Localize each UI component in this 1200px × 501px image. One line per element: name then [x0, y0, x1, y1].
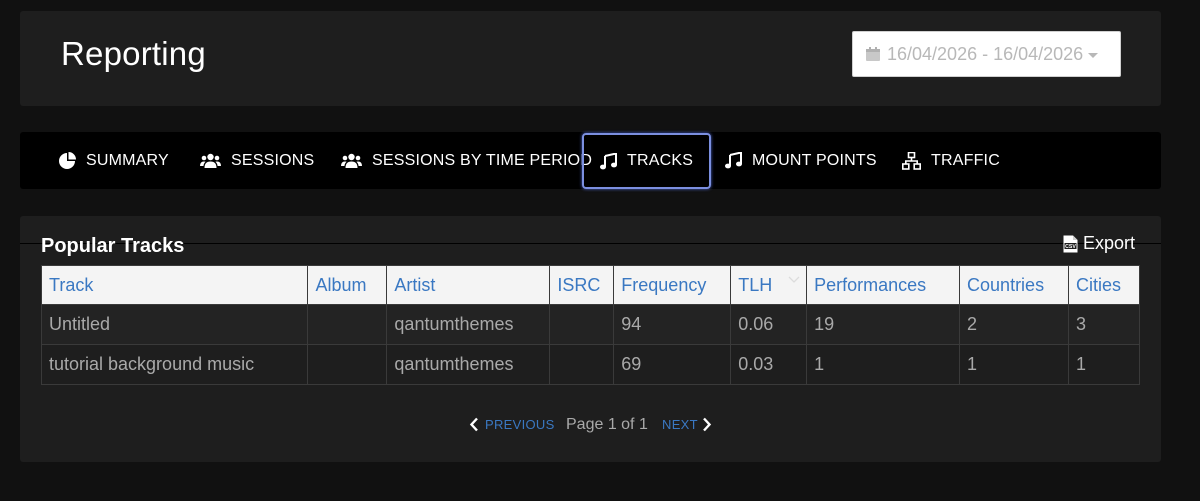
sitemap-icon — [902, 151, 921, 170]
users-icon — [341, 153, 362, 168]
users-icon — [200, 153, 221, 168]
section-divider — [20, 243, 1161, 244]
calendar-icon — [866, 47, 880, 61]
tab-sessions[interactable]: SESSIONS — [200, 132, 314, 189]
column-header-performances[interactable]: Performances — [806, 265, 961, 305]
tab-traffic[interactable]: TRAFFIC — [902, 132, 1000, 189]
previous-label: PREVIOUS — [485, 417, 555, 432]
table-header-row: Track Album Artist ISRC Frequency TLH Pe… — [40, 265, 1141, 305]
cell-frequency: 69 — [613, 344, 732, 385]
export-button[interactable]: CSV Export — [1063, 233, 1135, 254]
tab-mount-points[interactable]: MOUNT POINTS — [725, 132, 877, 189]
cell-artist: qantumthemes — [386, 304, 551, 345]
column-header-artist[interactable]: Artist — [386, 265, 551, 305]
cell-artist: qantumthemes — [386, 344, 551, 385]
svg-text:CSV: CSV — [1065, 243, 1076, 249]
column-header-tlh[interactable]: TLH — [730, 265, 808, 305]
cell-countries: 2 — [959, 304, 1069, 345]
export-label: Export — [1083, 233, 1136, 253]
cell-cities: 1 — [1067, 344, 1141, 385]
pagination: PREVIOUS Page 1 of 1 NEXT — [20, 415, 1161, 439]
csv-file-icon: CSV — [1063, 235, 1078, 252]
cell-tlh: 0.03 — [730, 344, 808, 385]
cell-track: tutorial background music — [40, 344, 309, 385]
cell-album — [307, 344, 388, 385]
tab-mount-points-label: MOUNT POINTS — [752, 151, 877, 169]
music-icon — [725, 152, 742, 169]
date-range-picker[interactable]: 16/04/2026 - 16/04/2026 — [852, 31, 1121, 77]
table-row: tutorial background music qantumthemes 6… — [40, 344, 1141, 385]
column-header-cities[interactable]: Cities — [1067, 265, 1141, 305]
music-icon — [600, 152, 617, 169]
cell-performances: 1 — [806, 344, 961, 385]
tab-summary[interactable]: SUMMARY — [58, 132, 169, 189]
tab-traffic-label: TRAFFIC — [931, 151, 1000, 169]
column-header-track[interactable]: Track — [40, 265, 309, 305]
chevron-right-icon — [702, 417, 712, 432]
section-title: Popular Tracks — [41, 235, 185, 257]
column-header-countries[interactable]: Countries — [959, 265, 1069, 305]
cell-track: Untitled — [40, 304, 309, 345]
cell-isrc — [549, 344, 615, 385]
cell-performances: 19 — [806, 304, 961, 345]
popular-tracks-table: Track Album Artist ISRC Frequency TLH Pe… — [40, 265, 1141, 385]
column-header-album[interactable]: Album — [307, 265, 388, 305]
pie-chart-icon — [59, 151, 76, 169]
column-header-isrc[interactable]: ISRC — [549, 265, 615, 305]
header-panel: Reporting 16/04/2026 - 16/04/2026 — [20, 11, 1161, 106]
next-label: NEXT — [662, 417, 698, 432]
cell-isrc — [549, 304, 615, 345]
page-indicator: Page 1 of 1 — [566, 416, 648, 433]
next-page-button[interactable]: NEXT — [662, 417, 712, 432]
caret-down-icon — [1088, 52, 1099, 58]
tab-tracks-label: TRACKS — [627, 152, 694, 169]
column-header-frequency[interactable]: Frequency — [613, 265, 732, 305]
cell-frequency: 94 — [613, 304, 732, 345]
report-tabs: SUMMARY SESSIONS SESSIONS BY TIME PERIOD — [20, 132, 1161, 189]
date-range-value: 16/04/2026 - 16/04/2026 — [887, 43, 1084, 64]
column-header-tlh-label: TLH — [738, 274, 773, 295]
chevron-left-icon — [469, 417, 478, 432]
popular-tracks-panel: Popular Tracks CSV Export Track Album Ar… — [20, 216, 1161, 462]
sort-chevron-icon — [788, 276, 800, 283]
page-title: Reporting — [61, 35, 206, 72]
tab-summary-label: SUMMARY — [86, 151, 169, 169]
cell-album — [307, 304, 388, 345]
previous-page-button[interactable]: PREVIOUS — [469, 417, 555, 432]
tab-tracks[interactable]: TRACKS — [582, 133, 712, 189]
cell-countries: 1 — [959, 344, 1069, 385]
tab-sessions-by-time-period[interactable]: SESSIONS BY TIME PERIOD — [341, 132, 592, 189]
cell-tlh: 0.06 — [730, 304, 808, 345]
cell-cities: 3 — [1067, 304, 1141, 345]
tab-sessions-label: SESSIONS — [231, 151, 315, 169]
table-row: Untitled qantumthemes 94 0.06 19 2 3 — [40, 304, 1141, 345]
tab-sessions-by-time-period-label: SESSIONS BY TIME PERIOD — [372, 151, 593, 169]
